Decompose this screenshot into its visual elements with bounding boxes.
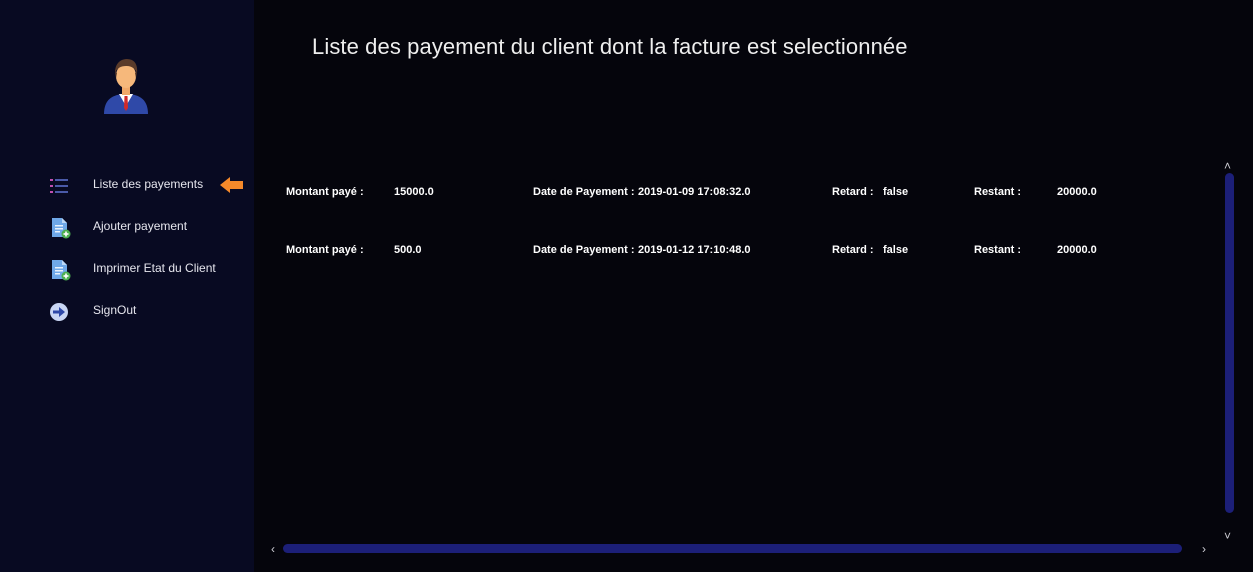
- sidebar-item-imprimer-etat[interactable]: Imprimer Etat du Client: [0, 254, 254, 284]
- sidebar-item-liste-payements[interactable]: Liste des payements: [0, 170, 254, 200]
- montant-value: 15000.0: [394, 186, 434, 198]
- date-label: Date de Payement :: [533, 186, 635, 198]
- sidebar-item-label: Imprimer Etat du Client: [93, 261, 216, 275]
- montant-value: 500.0: [394, 244, 422, 256]
- arrow-right-circle-icon: [49, 301, 71, 323]
- sidebar-item-label: Ajouter payement: [93, 219, 188, 233]
- vertical-scrollbar[interactable]: ˄ ˅: [1222, 160, 1236, 545]
- document-add-icon: [49, 259, 71, 281]
- document-add-icon: [49, 217, 71, 239]
- vertical-scroll-thumb[interactable]: [1225, 173, 1234, 513]
- retard-label: Retard :: [832, 244, 874, 256]
- horizontal-scroll-thumb[interactable]: [283, 544, 1182, 553]
- main-content: Liste des payement du client dont la fac…: [254, 0, 1253, 572]
- sidebar-item-ajouter-payement[interactable]: Ajouter payement: [0, 212, 254, 242]
- scroll-up-icon[interactable]: ˄: [1224, 160, 1231, 172]
- restant-label: Restant :: [974, 244, 1022, 256]
- scroll-right-icon[interactable]: ›: [1202, 543, 1206, 555]
- retard-value: false: [883, 244, 909, 256]
- scroll-left-icon[interactable]: ‹: [271, 543, 275, 555]
- retard-value: false: [883, 186, 909, 198]
- arrow-left-icon: [220, 176, 244, 194]
- montant-label: Montant payé :: [286, 244, 364, 256]
- page-title: Liste des payement du client dont la fac…: [312, 34, 908, 59]
- date-value: 2019-01-09 17:08:32.0: [638, 186, 751, 198]
- sidebar-item-label: Liste des payements: [93, 177, 204, 191]
- restant-value: 20000.0: [1057, 244, 1097, 256]
- sidebar-item-signout[interactable]: SignOut: [0, 296, 254, 326]
- payment-row: Montant payé : 500.0 Date de Payement : …: [254, 244, 1214, 264]
- date-value: 2019-01-12 17:10:48.0: [638, 244, 751, 256]
- retard-label: Retard :: [832, 186, 874, 198]
- list-icon: [49, 175, 71, 197]
- date-label: Date de Payement :: [533, 244, 635, 256]
- user-avatar-icon: [100, 56, 152, 114]
- montant-label: Montant payé :: [286, 186, 364, 198]
- scroll-down-icon[interactable]: ˅: [1224, 530, 1231, 542]
- horizontal-scrollbar[interactable]: ‹ ›: [268, 540, 1223, 558]
- app-window: Liste des payements Ajouter payement Imp…: [0, 0, 1253, 572]
- restant-value: 20000.0: [1057, 186, 1097, 198]
- restant-label: Restant :: [974, 186, 1022, 198]
- sidebar-item-label: SignOut: [93, 303, 137, 317]
- sidebar: Liste des payements Ajouter payement Imp…: [0, 0, 254, 572]
- payment-row: Montant payé : 15000.0 Date de Payement …: [254, 186, 1214, 206]
